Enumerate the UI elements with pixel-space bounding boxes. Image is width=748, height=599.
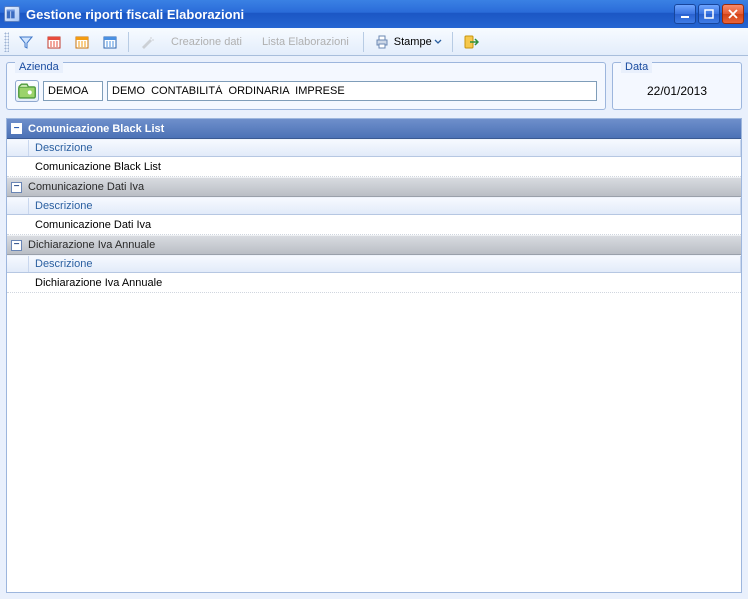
column-header-row: Descrizione <box>7 139 741 157</box>
elaborazioni-tree[interactable]: − Comunicazione Black List Descrizione C… <box>6 118 742 593</box>
table-row[interactable]: Comunicazione Black List <box>7 157 741 177</box>
stampe-label: Stampe <box>394 36 432 48</box>
filter-button[interactable] <box>13 31 39 53</box>
group-header[interactable]: − Comunicazione Dati Iva <box>7 177 741 197</box>
group-title: Comunicazione Black List <box>28 123 164 135</box>
toolbar-grip-icon <box>4 32 9 52</box>
printer-icon <box>374 34 390 50</box>
window-title: Gestione riporti fiscali Elaborazioni <box>26 7 244 22</box>
azienda-group: Azienda <box>6 62 606 110</box>
lista-elaborazioni-button: Lista Elaborazioni <box>253 31 358 53</box>
col-descrizione[interactable]: Descrizione <box>29 256 741 272</box>
calendar-orange-button[interactable] <box>69 31 95 53</box>
minimize-button[interactable] <box>674 4 696 24</box>
titlebar: Gestione riporti fiscali Elaborazioni <box>0 0 748 28</box>
calendar-red-button[interactable] <box>41 31 67 53</box>
chevron-down-icon <box>434 34 442 50</box>
client-area: Azienda Data 22/01/2013 − Comunicazione … <box>0 56 748 599</box>
data-group: Data 22/01/2013 <box>612 62 742 110</box>
toolbar-separator <box>128 32 129 52</box>
creazione-dati-button: Creazione dati <box>162 31 251 53</box>
table-row[interactable]: Comunicazione Dati Iva <box>7 215 741 235</box>
calendar-blue-button[interactable] <box>97 31 123 53</box>
azienda-desc-input[interactable] <box>107 81 597 101</box>
azienda-code-input[interactable] <box>43 81 103 101</box>
exit-icon <box>463 34 479 50</box>
collapse-icon[interactable]: − <box>11 123 22 134</box>
group-title: Dichiarazione Iva Annuale <box>28 239 155 251</box>
azienda-lookup-button[interactable] <box>15 80 39 102</box>
data-group-label: Data <box>621 61 652 73</box>
toolbar-separator <box>452 32 453 52</box>
exit-button[interactable] <box>458 31 484 53</box>
maximize-button[interactable] <box>698 4 720 24</box>
table-row[interactable]: Dichiarazione Iva Annuale <box>7 273 741 293</box>
col-descrizione[interactable]: Descrizione <box>29 140 741 156</box>
group-header[interactable]: − Comunicazione Black List <box>7 119 741 139</box>
column-header-row: Descrizione <box>7 197 741 215</box>
toolbar: Creazione dati Lista Elaborazioni Stampe <box>0 28 748 56</box>
azienda-group-label: Azienda <box>15 61 63 73</box>
cell-descrizione: Dichiarazione Iva Annuale <box>29 275 741 291</box>
group-title: Comunicazione Dati Iva <box>28 181 144 193</box>
collapse-icon[interactable]: − <box>11 182 22 193</box>
cell-descrizione: Comunicazione Black List <box>29 159 741 175</box>
column-header-row: Descrizione <box>7 255 741 273</box>
lista-elaborazioni-label: Lista Elaborazioni <box>262 36 349 48</box>
group-header[interactable]: − Dichiarazione Iva Annuale <box>7 235 741 255</box>
toolbar-separator <box>363 32 364 52</box>
folder-person-icon <box>16 80 38 102</box>
stampe-button[interactable]: Stampe <box>369 31 447 53</box>
collapse-icon[interactable]: − <box>11 240 22 251</box>
data-value: 22/01/2013 <box>647 84 707 98</box>
col-descrizione[interactable]: Descrizione <box>29 198 741 214</box>
cell-descrizione: Comunicazione Dati Iva <box>29 217 741 233</box>
close-button[interactable] <box>722 4 744 24</box>
wand-icon-button <box>134 31 160 53</box>
app-icon <box>4 6 20 22</box>
creazione-dati-label: Creazione dati <box>171 36 242 48</box>
